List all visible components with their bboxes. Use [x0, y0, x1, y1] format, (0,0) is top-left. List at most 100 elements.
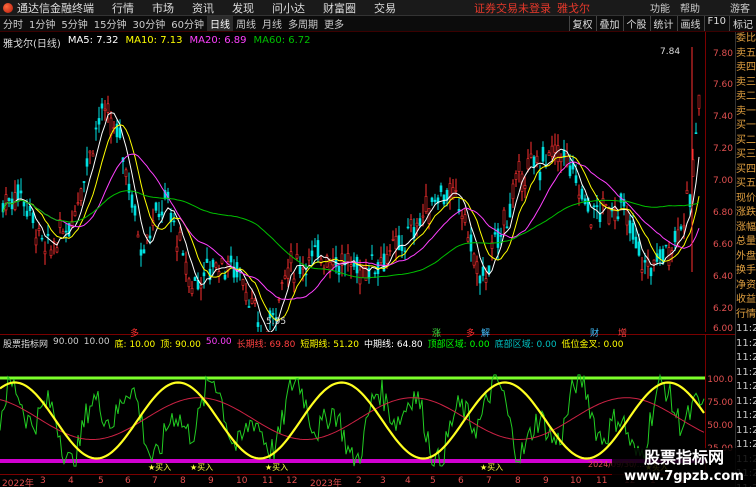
side-panel-item[interactable]: 涨跌 — [736, 206, 756, 221]
menu-ask[interactable]: 问小达 — [272, 0, 305, 16]
period-30min[interactable]: 30分钟 — [129, 16, 168, 31]
price-axis: 7.80 7.60 7.40 7.20 7.00 6.80 6.60 6.40 … — [705, 32, 735, 334]
side-panel-item[interactable]: 买三 — [736, 148, 756, 163]
quote-side-panel[interactable]: 委比 卖五 卖四 卖三 卖二 卖一 买一 买二 买三 买四 买五 现价 涨跌 涨幅 总量 外盘 换手 净资 收益 行情… — [735, 32, 756, 487]
candle-body — [628, 220, 632, 234]
side-panel-item[interactable]: 11:2 — [736, 337, 756, 352]
tool-f10[interactable]: F10 — [703, 16, 729, 31]
side-panel-item[interactable]: 买五 — [736, 177, 756, 192]
side-panel-item[interactable]: 买一 — [736, 119, 756, 134]
event-signal-marker[interactable]: 增 — [618, 326, 627, 339]
app-logo-icon — [3, 2, 13, 13]
event-signal-marker[interactable]: 财 — [590, 326, 599, 339]
tool-stock[interactable]: 个股 — [622, 16, 650, 31]
menu-market[interactable]: 市场 — [152, 0, 174, 16]
event-signal-marker[interactable]: 涨 — [432, 326, 441, 339]
period-15min[interactable]: 15分钟 — [91, 16, 130, 31]
side-panel-item[interactable]: 11:2 — [736, 395, 756, 410]
candle-body — [409, 219, 413, 226]
kline-canvas[interactable] — [0, 32, 705, 332]
side-panel-item[interactable]: 总量 — [736, 235, 756, 250]
side-panel-item[interactable]: 涨幅 — [736, 221, 756, 236]
period-1min[interactable]: 1分钟 — [26, 16, 58, 31]
event-signal-marker[interactable]: 多 — [130, 326, 139, 339]
period-multi[interactable]: 多周期 — [285, 16, 321, 31]
side-panel-item[interactable]: 卖四 — [736, 61, 756, 76]
side-panel-item[interactable]: 11:2 — [736, 366, 756, 381]
side-panel-item[interactable]: 换手 — [736, 264, 756, 279]
indicator-name[interactable]: 股票指标网 — [3, 337, 48, 350]
side-panel-item[interactable]: 买二 — [736, 134, 756, 149]
indicator-param: 50.00 — [205, 337, 232, 347]
side-panel-item[interactable]: 11:2 — [736, 351, 756, 366]
menu-quotes[interactable]: 行情 — [112, 0, 134, 16]
candle-body — [481, 266, 485, 276]
menu-wealth[interactable]: 财富圈 — [323, 0, 356, 16]
period-5min[interactable]: 5分钟 — [58, 16, 90, 31]
side-panel-item[interactable]: 卖一 — [736, 105, 756, 120]
tool-mark[interactable]: 标记 — [729, 16, 756, 31]
time-tick: 8 — [515, 476, 521, 486]
side-panel-item[interactable]: 11:2 — [736, 409, 756, 424]
event-signal-marker[interactable]: 解 — [481, 326, 490, 339]
candle-body — [466, 237, 470, 242]
tool-adjust[interactable]: 复权 — [568, 16, 596, 31]
side-panel-item[interactable]: 11:2 — [736, 322, 756, 337]
candle-body — [499, 234, 503, 237]
candle-body — [4, 194, 8, 211]
candle-body — [181, 253, 185, 256]
candle-body — [658, 249, 662, 259]
candle-body — [16, 184, 20, 200]
side-panel-item[interactable]: 净资 — [736, 279, 756, 294]
user-guest[interactable]: 游客 — [730, 0, 750, 15]
period-monthly[interactable]: 月线 — [259, 16, 285, 31]
indicator-param: 底部区域: 0.00 — [494, 340, 557, 350]
side-panel-item[interactable]: 卖三 — [736, 76, 756, 91]
side-panel-item[interactable]: 11:2 — [736, 424, 756, 439]
candle-body — [391, 239, 395, 241]
side-panel-item[interactable]: 收益 — [736, 293, 756, 308]
candle-body — [406, 226, 410, 229]
period-timeshare[interactable]: 分时 — [0, 16, 26, 31]
tool-stats[interactable]: 统计 — [649, 16, 677, 31]
trade-login-alert[interactable]: 证券交易未登录 — [474, 0, 551, 16]
menu-discover[interactable]: 发现 — [232, 0, 254, 16]
candle-body — [193, 277, 197, 281]
candle-body — [100, 103, 104, 109]
menu-function[interactable]: 功能 — [650, 0, 670, 15]
menu-news[interactable]: 资讯 — [192, 0, 214, 16]
indicator-chart[interactable]: ★买入★买入★买入★买入★买入 股票指标网 90.00 10.00 底: 10.… — [0, 334, 705, 474]
side-panel-item[interactable]: 11:2 — [736, 380, 756, 395]
menu-help[interactable]: 帮助 — [680, 0, 700, 15]
candle-body — [256, 322, 260, 327]
candle-body — [34, 237, 38, 246]
period-more[interactable]: 更多 — [321, 16, 347, 31]
indicator-canvas[interactable]: ★买入★买入★买入★买入★买入 — [0, 335, 705, 475]
buy-signal-label: ★买入 — [480, 463, 503, 472]
period-weekly[interactable]: 周线 — [233, 16, 259, 31]
candle-body — [178, 231, 182, 241]
side-panel-item[interactable]: 卖二 — [736, 90, 756, 105]
period-daily[interactable]: 日线 — [206, 16, 233, 31]
candle-body — [19, 190, 23, 194]
side-panel-item[interactable]: 买四 — [736, 163, 756, 178]
side-panel-item[interactable]: 卖五 — [736, 47, 756, 62]
candle-body — [337, 266, 341, 275]
candle-body — [316, 240, 320, 258]
kline-chart[interactable]: 雅戈尔(日线) MA5: 7.32 MA10: 7.13 MA20: 6.89 … — [0, 32, 705, 332]
time-tick: 5 — [430, 476, 436, 486]
candle-body — [682, 224, 686, 228]
side-panel-item[interactable]: 行情 — [736, 308, 756, 323]
candle-body — [49, 249, 53, 256]
side-panel-item[interactable]: 现价 — [736, 192, 756, 207]
candle-body — [211, 259, 215, 268]
menu-trade[interactable]: 交易 — [374, 0, 396, 16]
tool-overlay[interactable]: 叠加 — [595, 16, 623, 31]
period-60min[interactable]: 60分钟 — [168, 16, 207, 31]
tool-draw[interactable]: 画线 — [676, 16, 704, 31]
event-signal-marker[interactable]: 多 — [466, 326, 475, 339]
time-tick: 6 — [125, 476, 131, 486]
side-panel-item[interactable]: 外盘 — [736, 250, 756, 265]
indicator-param: 长期线: 69.80 — [236, 340, 296, 350]
side-panel-item[interactable]: 委比 — [736, 32, 756, 47]
